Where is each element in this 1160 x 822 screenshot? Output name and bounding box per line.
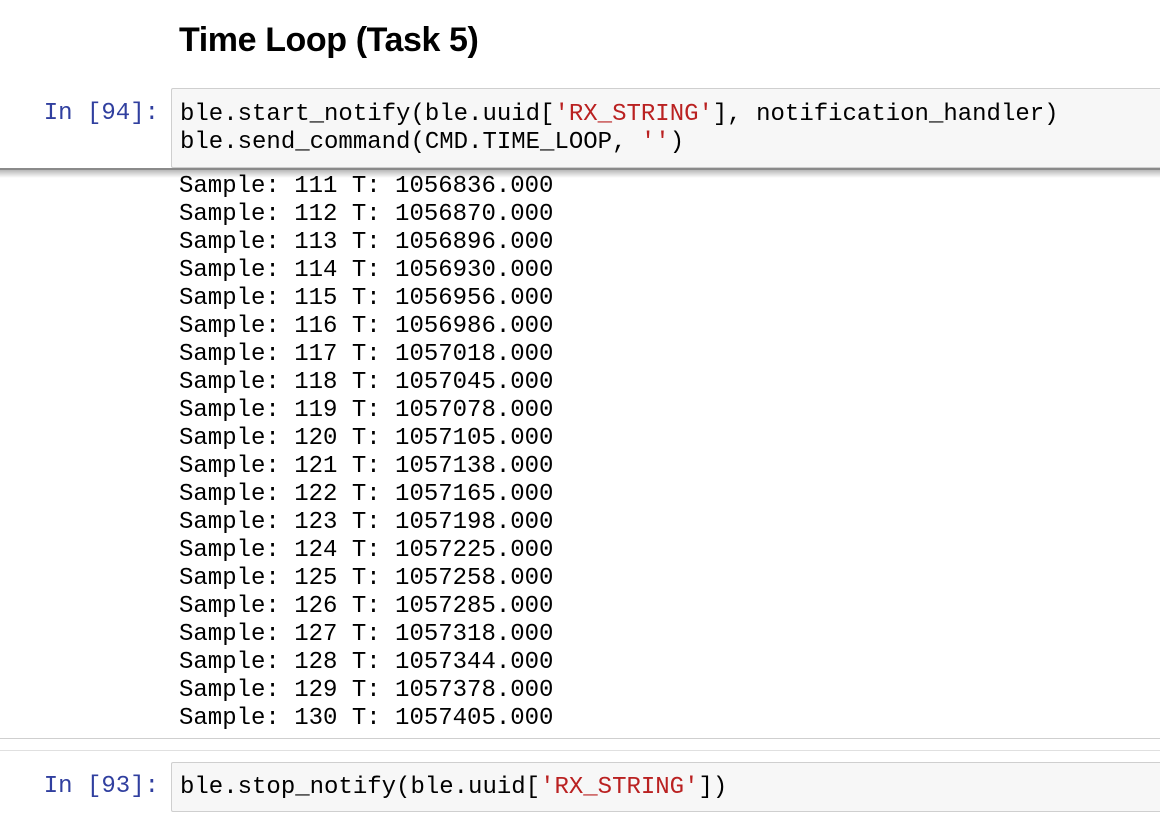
cell-output-stream[interactable]: Sample: 111 T: 1056836.000 Sample: 112 T:…	[179, 173, 553, 733]
output-line: Sample: 122 T: 1057165.000	[179, 481, 554, 508]
string-literal: ''	[640, 129, 670, 156]
output-line: Sample: 114 T: 1056930.000	[179, 257, 554, 284]
cell-divider	[0, 738, 1160, 739]
cell-divider	[0, 750, 1160, 751]
output-line: Sample: 111 T: 1056836.000	[179, 173, 554, 200]
output-line: Sample: 124 T: 1057225.000	[179, 537, 554, 564]
output-line: Sample: 125 T: 1057258.000	[179, 565, 554, 592]
output-line: Sample: 118 T: 1057045.000	[179, 369, 554, 396]
output-line: Sample: 120 T: 1057105.000	[179, 425, 554, 452]
output-line: Sample: 121 T: 1057138.000	[179, 453, 554, 480]
output-line: Sample: 130 T: 1057405.000	[179, 705, 554, 732]
code-line: ble.send_command(CMD.TIME_LOOP, '')	[180, 129, 685, 156]
code-input-area[interactable]: ble.stop_notify(ble.uuid['RX_STRING'])	[171, 762, 1160, 812]
code-line: ble.start_notify(ble.uuid['RX_STRING'], …	[180, 101, 1059, 128]
string-literal: 'RX_STRING'	[554, 101, 713, 128]
output-line: Sample: 129 T: 1057378.000	[179, 677, 554, 704]
output-line: Sample: 117 T: 1057018.000	[179, 341, 554, 368]
output-line: Sample: 113 T: 1056896.000	[179, 229, 554, 256]
output-line: Sample: 115 T: 1056956.000	[179, 285, 554, 312]
output-line: Sample: 128 T: 1057344.000	[179, 649, 554, 676]
output-line: Sample: 119 T: 1057078.000	[179, 397, 554, 424]
markdown-heading: Time Loop (Task 5)	[179, 21, 479, 59]
output-scroll-edge	[0, 168, 1160, 170]
cell-prompt: In [94]:	[43, 100, 159, 127]
output-line: Sample: 127 T: 1057318.000	[179, 621, 554, 648]
output-line: Sample: 126 T: 1057285.000	[179, 593, 554, 620]
string-literal: 'RX_STRING'	[540, 774, 699, 801]
code-input-area[interactable]: ble.start_notify(ble.uuid['RX_STRING'], …	[171, 88, 1160, 168]
cell-prompt: In [93]:	[43, 773, 159, 800]
output-line: Sample: 116 T: 1056986.000	[179, 313, 554, 340]
output-line: Sample: 123 T: 1057198.000	[179, 509, 554, 536]
output-line: Sample: 112 T: 1056870.000	[179, 201, 554, 228]
code-line: ble.stop_notify(ble.uuid['RX_STRING'])	[180, 774, 728, 801]
